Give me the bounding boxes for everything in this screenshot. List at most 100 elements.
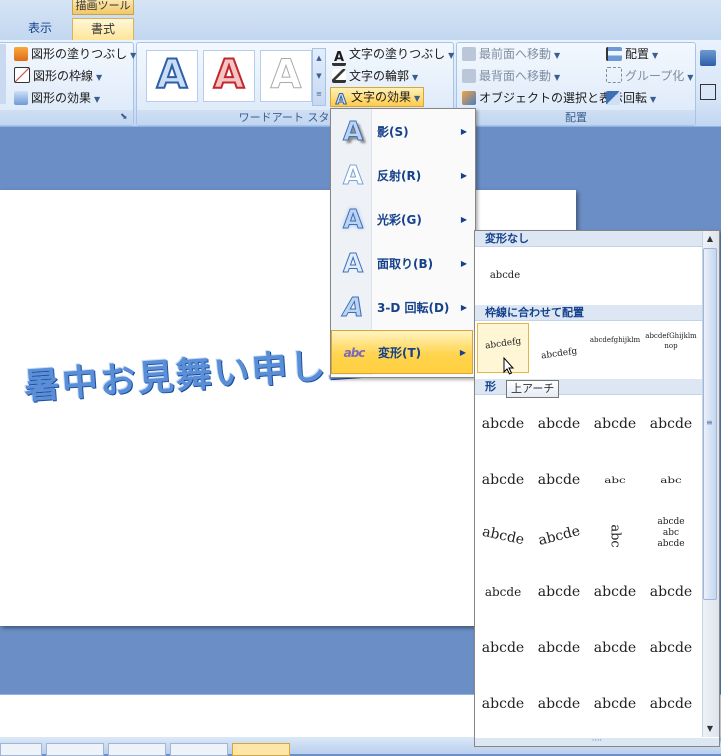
menu-item-reflection[interactable]: A 反射(R) ▶ <box>331 154 473 198</box>
warp-option-22[interactable]: abcde <box>533 679 585 729</box>
align-button[interactable]: 配置 ▼ <box>606 44 658 64</box>
chevron-right-icon: ▶ <box>459 348 466 357</box>
menu-item-bevel[interactable]: A 面取り(B) ▶ <box>331 242 473 286</box>
chevron-right-icon: ▶ <box>460 127 467 136</box>
view-button-normal[interactable] <box>0 743 42 756</box>
warp-option-3[interactable]: abcde <box>589 399 641 449</box>
warp-option-13[interactable]: abcde <box>477 567 529 617</box>
wordart-style-thumb-red[interactable]: A <box>203 50 255 102</box>
shape-styles-group-label <box>0 110 133 125</box>
chevron-down-icon: ▼ <box>94 95 101 104</box>
shape-outline-button[interactable]: 図形の枠線 ▼ <box>14 66 102 86</box>
view-button-sorter[interactable] <box>46 743 104 756</box>
warp-option-1[interactable]: abcde <box>477 399 529 449</box>
paint-bucket-icon <box>14 47 28 61</box>
warp-option-4[interactable]: abcde <box>645 399 697 449</box>
scroll-down-icon[interactable]: ▼ <box>702 721 718 737</box>
warp-option-10: abcde <box>536 523 582 549</box>
warp-option-16[interactable]: abcde <box>645 567 697 617</box>
zoom-in-button[interactable] <box>232 743 290 756</box>
transform-none-option[interactable]: abcde <box>479 251 531 301</box>
warp-option-6[interactable]: abcde <box>533 455 585 505</box>
text-outline-pen-icon <box>332 69 346 83</box>
view-button-slideshow[interactable] <box>108 743 166 756</box>
chevron-down-icon: ▼ <box>414 94 421 103</box>
warp-option-8[interactable]: abc <box>645 463 697 498</box>
chevron-right-icon: ▶ <box>460 259 467 268</box>
warp-option-15[interactable]: abcde <box>589 567 641 617</box>
glow-a-icon: A <box>342 205 364 235</box>
rotate-button[interactable]: 回転 ▼ <box>606 88 656 108</box>
group-button[interactable]: グループ化 ▼ <box>606 66 693 86</box>
warp-option-24[interactable]: abcde <box>645 679 697 729</box>
wordart-style-thumb-blue[interactable]: A <box>146 50 198 102</box>
section-follow-path: 枠線に合わせて配置 <box>475 305 703 321</box>
shape-style-gallery-edge[interactable] <box>0 44 6 104</box>
3d-rotation-a-icon: A <box>339 293 367 324</box>
menu-item-shadow[interactable]: A 影(S) ▶ <box>331 110 473 154</box>
crop-icon[interactable] <box>700 84 716 100</box>
bevel-a-icon: A <box>342 249 364 279</box>
chevron-down-icon: ▼ <box>652 51 659 60</box>
shape-effects-icon <box>14 91 28 105</box>
size-icon[interactable] <box>700 50 716 66</box>
tooltip-arch-up: 上アーチ <box>506 380 560 398</box>
tab-format[interactable]: 書式 <box>72 18 134 40</box>
send-back-icon <box>462 69 476 83</box>
warp-option-18[interactable]: abcde <box>533 623 585 673</box>
tab-view[interactable]: 表示 <box>16 18 64 39</box>
warp-option-17[interactable]: abcde <box>477 623 529 673</box>
transform-button-option[interactable]: abcdefGhijklmnop <box>645 323 697 373</box>
scroll-grip-icon: ≡ <box>706 418 713 427</box>
menu-item-3d-rotation[interactable]: A 3-D 回転(D) ▶ <box>331 286 473 330</box>
chevron-right-icon: ▶ <box>460 215 467 224</box>
menu-item-glow[interactable]: A 光彩(G) ▶ <box>331 198 473 242</box>
warp-option-12: abcde abc abcde <box>657 517 685 549</box>
drawing-tools-context-label: 描画ツール <box>72 0 134 15</box>
chevron-down-icon: ▼ <box>650 95 657 104</box>
reflection-a-icon: A <box>342 161 364 191</box>
warp-option-7[interactable]: abc <box>589 463 641 498</box>
rotate-icon <box>606 91 620 105</box>
selection-pane-button[interactable]: オブジェクトの選択と表示 <box>462 88 623 108</box>
text-outline-button[interactable]: 文字の輪郭 ▼ <box>332 66 418 86</box>
bring-front-icon <box>462 47 476 61</box>
shape-effects-button[interactable]: 図形の効果 ▼ <box>14 88 100 108</box>
chevron-down-icon: ▼ <box>554 51 561 60</box>
wordart-style-thumb-white[interactable]: A <box>260 50 312 102</box>
warp-option-20[interactable]: abcde <box>645 623 697 673</box>
scroll-up-icon[interactable]: ▲ <box>702 231 718 247</box>
mouse-cursor-icon <box>503 357 515 375</box>
arrange-group-label: 配置 <box>457 110 695 125</box>
transform-gallery: 変形なし abcde 枠線に合わせて配置 abcdefg abcdefg abc… <box>474 230 720 740</box>
transform-abc-icon: abc <box>343 346 366 360</box>
warp-option-14[interactable]: abcde <box>533 567 585 617</box>
menu-item-transform[interactable]: abc 変形(T) ▶ <box>331 330 473 374</box>
shape-fill-button[interactable]: 図形の塗りつぶし ▼ <box>14 44 136 64</box>
warp-option-11: abc <box>607 524 623 548</box>
warp-option-23[interactable]: abcde <box>589 679 641 729</box>
dialog-launcher-icon[interactable]: ⬊ <box>120 112 128 122</box>
warp-option-19[interactable]: abcde <box>589 623 641 673</box>
send-to-back-button[interactable]: 最背面へ移動 ▼ <box>462 66 560 86</box>
shadow-a-icon: A <box>342 117 364 147</box>
chevron-down-icon: ▼ <box>412 73 419 82</box>
chevron-down-icon: ▼ <box>448 51 455 60</box>
warp-option-5[interactable]: abcde <box>477 455 529 505</box>
bring-to-front-button[interactable]: 最前面へ移動 ▼ <box>462 44 560 64</box>
text-effects-button[interactable]: A 文字の効果 ▼ <box>330 87 425 108</box>
transform-circle-option[interactable]: abcdefghijklm <box>589 323 641 373</box>
chevron-right-icon: ▶ <box>460 171 467 180</box>
text-effects-a-icon: A <box>335 92 347 108</box>
gallery-resize-grip[interactable]: ···· <box>474 737 720 747</box>
chevron-right-icon: ▶ <box>460 303 467 312</box>
warp-option-9: abcde <box>480 523 526 549</box>
wordart-gallery-scroll[interactable]: ▲ ▼ ≡ <box>312 48 326 106</box>
text-fill-a-icon: A <box>332 50 346 66</box>
transform-arch-down-option[interactable]: abcdefg <box>533 323 585 373</box>
zoom-out-button[interactable] <box>170 743 228 756</box>
chevron-down-icon: ▼ <box>96 73 103 82</box>
warp-option-21[interactable]: abcde <box>477 679 529 729</box>
text-fill-button[interactable]: A 文字の塗りつぶし ▼ <box>332 44 455 66</box>
warp-option-2[interactable]: abcde <box>533 399 585 449</box>
